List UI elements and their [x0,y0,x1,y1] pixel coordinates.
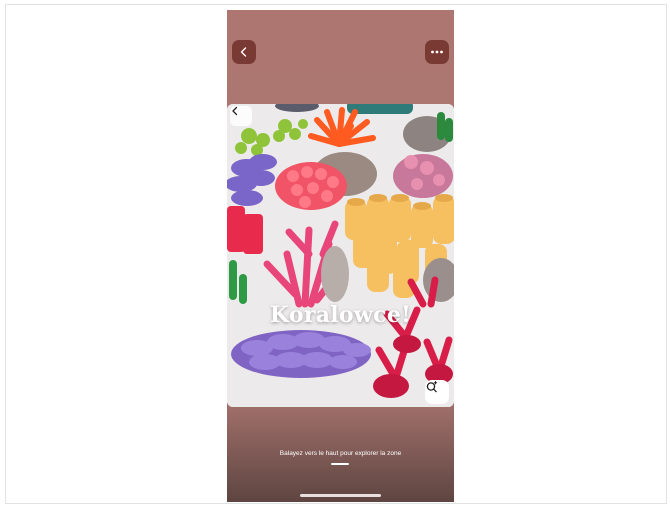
phone-screen: Koralowce! Balayez vers le haut pour exp… [227,10,454,502]
back-button[interactable] [232,40,256,64]
swipe-hint-text: Balayez vers le haut pour explorer la zo… [279,450,402,457]
top-bar [227,10,454,105]
more-horizontal-icon [431,50,443,54]
coral-crochet-photo [227,104,454,407]
visual-search-icon [426,381,438,393]
chevron-left-icon [240,47,247,57]
visual-search-button[interactable] [425,380,449,404]
pin-image[interactable]: Koralowce! [227,104,454,407]
home-indicator[interactable] [300,494,381,497]
photo-back-button[interactable] [230,106,252,126]
more-options-button[interactable] [425,40,449,64]
swipe-hint-bar[interactable] [331,463,349,465]
photo-title-text: Koralowce! [269,302,412,328]
chevron-left-icon [232,106,238,116]
